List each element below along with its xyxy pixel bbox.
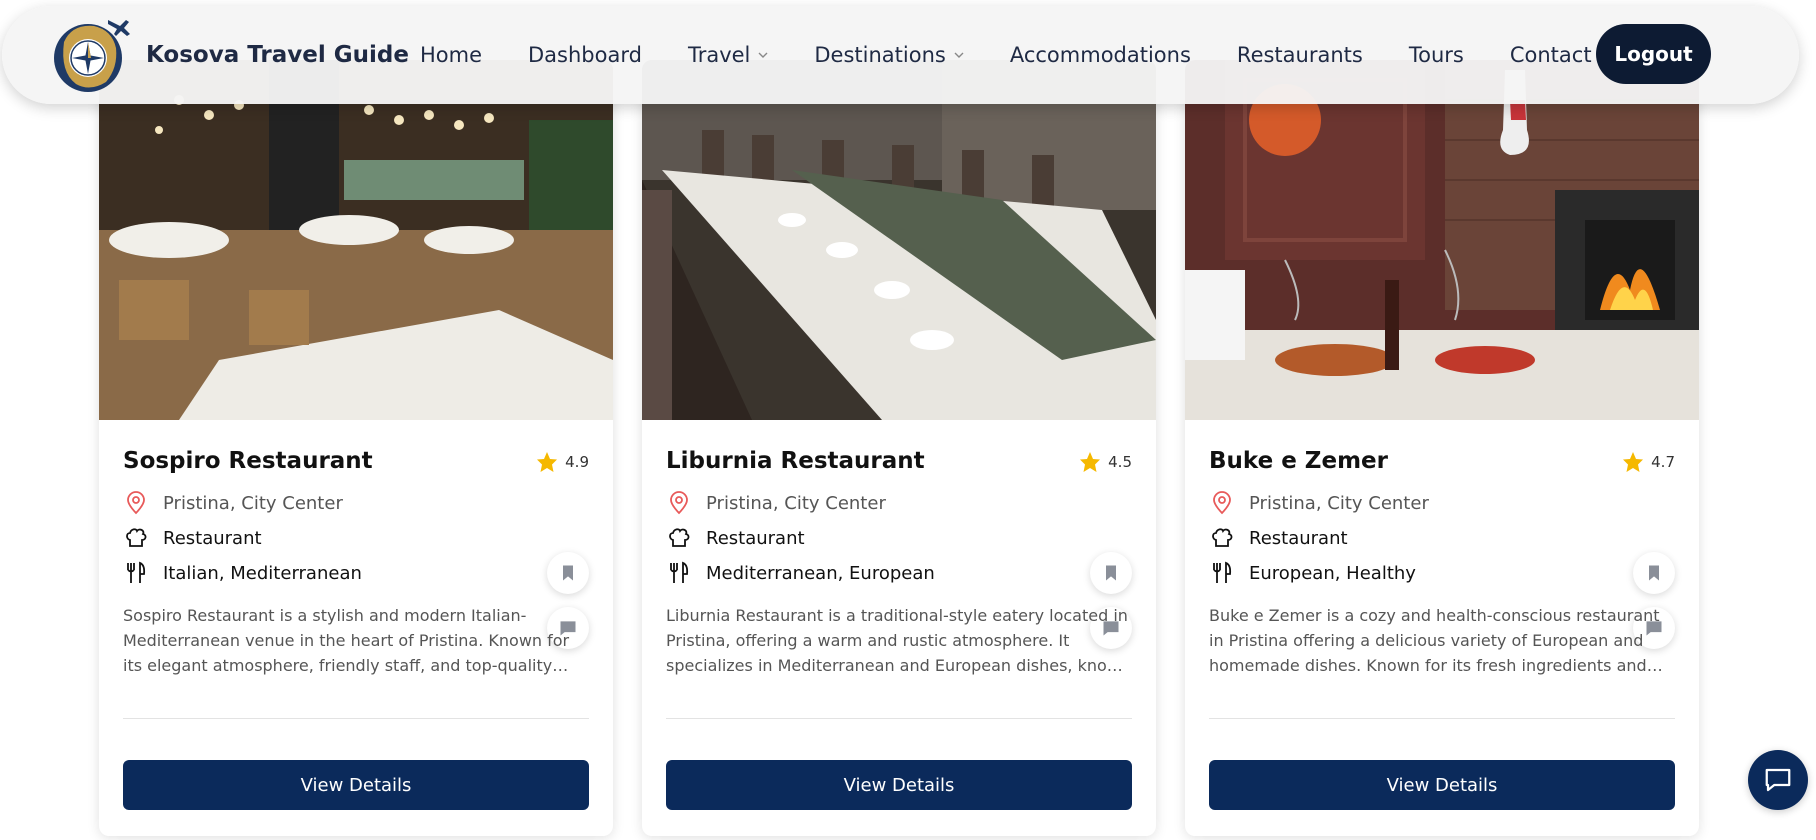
bookmark-icon [1106, 565, 1116, 581]
fork-knife-icon [666, 560, 692, 586]
nav-destinations-label: Destinations [814, 43, 946, 67]
nav-home-label: Home [420, 43, 483, 67]
view-details-button[interactable]: View Details [123, 760, 589, 810]
nav-restaurants-label: Restaurants [1236, 43, 1363, 67]
bookmark-button[interactable] [1633, 552, 1675, 594]
logout-button[interactable]: Logout [1596, 24, 1711, 84]
view-details-button[interactable]: View Details [666, 760, 1132, 810]
divider [123, 718, 589, 719]
fork-knife-icon [1209, 560, 1235, 586]
chef-hat-icon [1209, 525, 1235, 551]
map-pin-icon [123, 490, 149, 516]
nav-contact[interactable]: Contact [1510, 43, 1592, 67]
type-text: Restaurant [163, 527, 262, 549]
cuisine-row: European, Healthy [1209, 560, 1416, 586]
top-navbar: Kosova Travel Guide Home Dashboard Trave… [2, 6, 1799, 104]
star-icon [537, 452, 558, 472]
bookmark-button[interactable] [547, 552, 589, 594]
rating-value: 4.7 [1651, 453, 1675, 471]
nav-dashboard-label: Dashboard [528, 43, 642, 67]
location-row: Pristina, City Center [666, 490, 886, 516]
map-pin-icon [666, 490, 692, 516]
location-text: Pristina, City Center [1249, 492, 1429, 514]
bookmark-button[interactable] [1090, 552, 1132, 594]
rating: 4.5 [1078, 450, 1132, 474]
chat-button[interactable] [1748, 750, 1808, 810]
rating-value: 4.9 [565, 453, 589, 471]
location-row: Pristina, City Center [123, 490, 343, 516]
star-icon [1623, 452, 1644, 472]
divider [1209, 718, 1675, 719]
nav-travel-label: Travel [687, 43, 751, 67]
chevron-down-icon [954, 52, 964, 58]
restaurant-name: Buke e Zemer [1209, 448, 1388, 474]
nav-contact-label: Contact [1509, 43, 1592, 67]
nav-dashboard[interactable]: Dashboard [528, 43, 642, 67]
fork-knife-icon [123, 560, 149, 586]
location-text: Pristina, City Center [706, 492, 886, 514]
restaurant-card: Sospiro Restaurant 4.9 Pristina, City Ce… [99, 60, 613, 836]
restaurant-photo [1185, 60, 1699, 420]
restaurant-name: Sospiro Restaurant [123, 448, 373, 474]
map-pin-icon [1209, 490, 1235, 516]
nav-travel[interactable]: Travel [688, 43, 768, 67]
location-row: Pristina, City Center [1209, 490, 1429, 516]
cuisine-row: Mediterranean, European [666, 560, 935, 586]
chat-icon [1765, 768, 1791, 792]
cuisine-text: Mediterranean, European [706, 562, 935, 584]
nav-accommodations-label: Accommodations [1009, 43, 1191, 67]
restaurant-photo [642, 60, 1156, 420]
restaurant-description: Liburnia Restaurant is a traditional-sty… [666, 606, 1131, 675]
restaurant-description: Sospiro Restaurant is a stylish and mode… [123, 606, 570, 675]
chef-hat-icon [666, 525, 692, 551]
type-text: Restaurant [706, 527, 805, 549]
rating-value: 4.5 [1108, 453, 1132, 471]
restaurant-card: Liburnia Restaurant 4.5 Pristina, City C… [642, 60, 1156, 836]
cuisine-row: Italian, Mediterranean [123, 560, 362, 586]
restaurant-name: Liburnia Restaurant [666, 448, 925, 474]
restaurant-photo [99, 60, 613, 420]
type-row: Restaurant [123, 525, 262, 551]
rating: 4.7 [1621, 450, 1675, 474]
nav-tours-label: Tours [1408, 43, 1464, 67]
chevron-down-icon [758, 52, 768, 58]
type-row: Restaurant [1209, 525, 1348, 551]
nav-links: Home Dashboard Travel Destinations Accom… [420, 6, 1592, 104]
site-logo[interactable] [50, 12, 134, 96]
nav-destinations[interactable]: Destinations [814, 43, 964, 67]
brand-name[interactable]: Kosova Travel Guide [146, 6, 409, 104]
divider [666, 718, 1132, 719]
type-row: Restaurant [666, 525, 805, 551]
bookmark-icon [1649, 565, 1659, 581]
rating: 4.9 [535, 450, 589, 474]
star-icon [1080, 452, 1101, 472]
restaurant-card: Buke e Zemer 4.7 Pristina, City Center R… [1185, 60, 1699, 836]
type-text: Restaurant [1249, 527, 1348, 549]
bookmark-icon [563, 565, 573, 581]
location-text: Pristina, City Center [163, 492, 343, 514]
chef-hat-icon [123, 525, 149, 551]
nav-home[interactable]: Home [420, 43, 482, 67]
nav-tours[interactable]: Tours [1409, 43, 1464, 67]
nav-restaurants[interactable]: Restaurants [1237, 43, 1363, 67]
cuisine-text: Italian, Mediterranean [163, 562, 362, 584]
restaurant-description: Buke e Zemer is a cozy and health-consci… [1209, 606, 1660, 675]
view-details-button[interactable]: View Details [1209, 760, 1675, 810]
cuisine-text: European, Healthy [1249, 562, 1416, 584]
nav-accommodations[interactable]: Accommodations [1010, 43, 1191, 67]
